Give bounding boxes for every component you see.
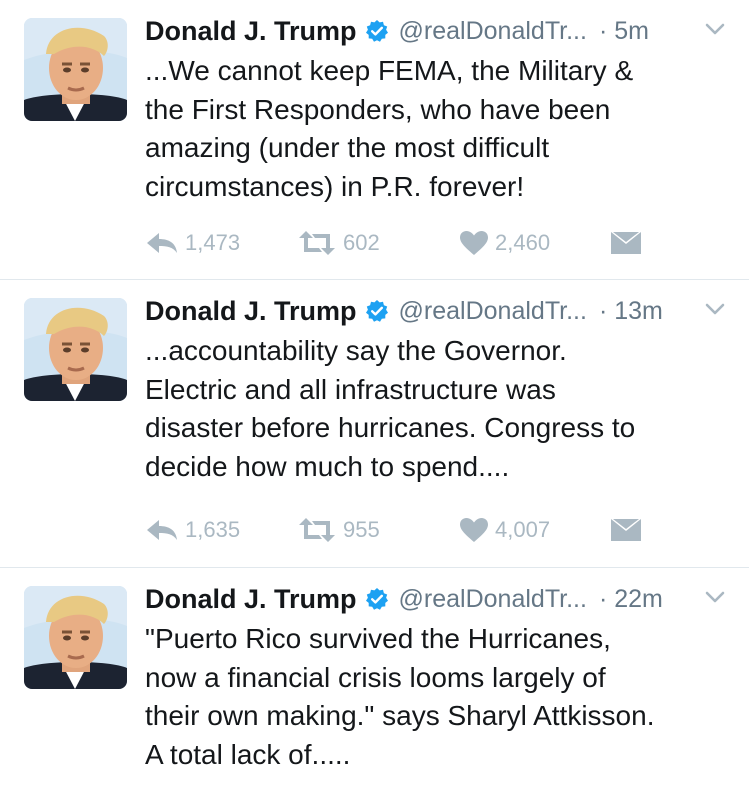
- author-name[interactable]: Donald J. Trump: [145, 296, 357, 327]
- retweet-button[interactable]: 602: [297, 226, 380, 260]
- reply-count: 1,635: [185, 517, 241, 542]
- avatar[interactable]: [24, 298, 127, 401]
- tweet-time[interactable]: · 5m: [599, 17, 649, 46]
- tweet[interactable]: Donald J. Trump @realDonaldTr... · 5m ..…: [0, 0, 749, 280]
- avatar[interactable]: [24, 586, 127, 689]
- verified-badge-icon: [365, 19, 389, 43]
- author-handle[interactable]: @realDonaldTr...: [399, 17, 587, 46]
- reply-count: 1,473: [185, 230, 241, 255]
- chevron-down-icon[interactable]: [705, 302, 725, 316]
- like-count: 2,460: [495, 230, 551, 255]
- tweet-text: ...We cannot keep FEMA, the Military & t…: [145, 55, 634, 202]
- tweet[interactable]: Donald J. Trump @realDonaldTr... · 22m "…: [0, 568, 749, 792]
- verified-badge-icon: [365, 299, 389, 323]
- reply-icon: [147, 520, 177, 540]
- author-name[interactable]: Donald J. Trump: [145, 584, 357, 615]
- envelope-icon: [611, 519, 641, 541]
- direct-message-button[interactable]: [610, 513, 648, 547]
- author-handle[interactable]: @realDonaldTr...: [399, 297, 587, 326]
- tweet[interactable]: Donald J. Trump @realDonaldTr... · 13m .…: [0, 280, 749, 568]
- tweet-text: "Puerto Rico survived the Hurricanes, no…: [145, 623, 655, 770]
- tweet-time[interactable]: · 22m: [599, 585, 663, 614]
- retweet-icon: [299, 231, 335, 255]
- tweet-text: ...accountability say the Governor. Elec…: [145, 335, 636, 482]
- direct-message-button[interactable]: [610, 226, 648, 260]
- retweet-count: 955: [343, 517, 380, 542]
- heart-icon: [460, 518, 488, 542]
- reply-button[interactable]: 1,473: [145, 226, 240, 260]
- like-button[interactable]: 4,007: [459, 513, 550, 547]
- reply-icon: [147, 233, 177, 253]
- tweet-actions: 1,635 955 4,007: [145, 513, 665, 547]
- reply-button[interactable]: 1,635: [145, 513, 240, 547]
- verified-badge-icon: [365, 587, 389, 611]
- retweet-icon: [299, 518, 335, 542]
- tweet-time[interactable]: · 13m: [599, 297, 663, 326]
- like-count: 4,007: [495, 517, 551, 542]
- avatar[interactable]: [24, 18, 127, 121]
- like-button[interactable]: 2,460: [459, 226, 550, 260]
- tweet-header: Donald J. Trump @realDonaldTr... · 22m: [145, 580, 663, 618]
- author-name[interactable]: Donald J. Trump: [145, 16, 357, 47]
- tweet-timeline: Donald J. Trump @realDonaldTr... · 5m ..…: [0, 0, 749, 792]
- tweet-actions: 1,473 602 2,460: [145, 226, 665, 260]
- author-handle[interactable]: @realDonaldTr...: [399, 585, 587, 614]
- heart-icon: [460, 231, 488, 255]
- tweet-header: Donald J. Trump @realDonaldTr... · 13m: [145, 292, 663, 330]
- retweet-button[interactable]: 955: [297, 513, 380, 547]
- retweet-count: 602: [343, 230, 380, 255]
- chevron-down-icon[interactable]: [705, 590, 725, 604]
- chevron-down-icon[interactable]: [705, 22, 725, 36]
- envelope-icon: [611, 232, 641, 254]
- tweet-header: Donald J. Trump @realDonaldTr... · 5m: [145, 12, 649, 50]
